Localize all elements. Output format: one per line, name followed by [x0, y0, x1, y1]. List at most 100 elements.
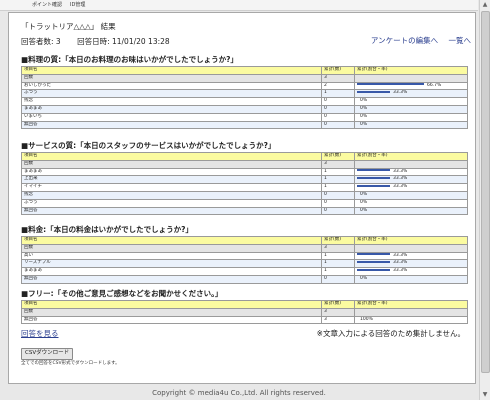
- table-row: まあまあ 0 0%: [21, 104, 468, 114]
- total-count: 3: [321, 307, 355, 317]
- total-count: 3: [321, 243, 355, 253]
- respondent-count: 回答者数: 3: [21, 37, 61, 46]
- option-count: 0: [321, 274, 355, 284]
- total-pct: [354, 73, 468, 83]
- total-pct: [354, 307, 468, 317]
- view-answers-link[interactable]: 回答を見る: [21, 329, 59, 339]
- question-section: ■フリー:「その他ご意見ご感想などをお聞かせください。」 項目名 累計(数) 累計(割…: [21, 289, 468, 325]
- option-label: 無回答: [21, 315, 322, 325]
- column-header: 項目名: [21, 300, 322, 309]
- result-table: 項目名 累計(数) 累計(割合・率) 回数 3 高い 1 33.3% リーズナブル 1 33.3% ま…: [21, 236, 468, 284]
- option-count: 0: [321, 112, 355, 122]
- ratio-value: 0%: [360, 105, 368, 111]
- total-row: 回数 3: [21, 243, 468, 253]
- option-pct: 33.3%: [354, 167, 468, 177]
- column-header: 累計(割合・率): [354, 66, 468, 75]
- ratio-value: 100%: [360, 316, 373, 322]
- table-row: 上出来 1 33.3%: [21, 175, 468, 185]
- copyright-footer: Copyright © media4u Co.,Ltd. All rights …: [152, 389, 326, 397]
- ratio-bar: [357, 260, 390, 263]
- table-header-row: 項目名 累計(数) 累計(割合・率): [21, 236, 468, 245]
- option-label: おいしかった: [21, 81, 322, 91]
- option-count: 1: [321, 175, 355, 185]
- total-label: 回数: [21, 243, 322, 253]
- table-row: 無回答 0 0%: [21, 120, 468, 130]
- option-count: 0: [321, 120, 355, 130]
- total-label: 回数: [21, 73, 322, 83]
- option-label: 高い: [21, 251, 322, 261]
- option-label: 残念: [21, 97, 322, 106]
- option-label: イマイチ: [21, 183, 322, 192]
- menu-id-management[interactable]: ID管理: [70, 1, 85, 9]
- total-row: 回数 3: [21, 307, 468, 317]
- ratio-bar: [357, 253, 390, 256]
- ratio-value: 33.3%: [393, 268, 408, 274]
- table-row: 無回答 0 0%: [21, 206, 468, 216]
- csv-download-button[interactable]: CSVダウンロード: [21, 348, 74, 360]
- option-label: 無回答: [21, 120, 322, 130]
- option-count: 1: [321, 259, 355, 269]
- option-count: 3: [321, 315, 355, 325]
- scroll-up-arrow-icon[interactable]: ▲: [481, 1, 489, 9]
- ratio-bar: [357, 90, 390, 93]
- scroll-thumb[interactable]: [481, 11, 490, 373]
- table-row: イマイチ 1 33.3%: [21, 183, 468, 192]
- option-pct: 0%: [354, 190, 468, 200]
- answer-datetime: 回答日時: 11/01/20 13:28: [77, 37, 170, 46]
- total-label: 回数: [21, 307, 322, 317]
- ratio-bar: [357, 169, 390, 172]
- option-label: 無回答: [21, 274, 322, 284]
- ratio-value: 0%: [360, 121, 368, 127]
- option-count: 1: [321, 267, 355, 276]
- table-row: 高い 1 33.3%: [21, 251, 468, 261]
- option-count: 1: [321, 89, 355, 99]
- menu-point-check[interactable]: ポイント確認: [32, 1, 62, 9]
- table-row: ふつう 0 0%: [21, 198, 468, 208]
- ratio-bar: [357, 268, 390, 271]
- ratio-bar: [357, 184, 390, 187]
- option-pct: 100%: [354, 315, 468, 325]
- option-pct: 66.7%: [354, 81, 468, 91]
- ratio-value: 0%: [360, 207, 368, 213]
- question-section: ■サービスの質:「本日のスタッフのサービスはいかがでしたでしょうか?」 項目名 累計…: [21, 141, 468, 216]
- column-header: 累計(数): [321, 152, 355, 161]
- option-pct: 0%: [354, 198, 468, 208]
- table-row: 残念 0 0%: [21, 97, 468, 106]
- option-count: 0: [321, 190, 355, 200]
- column-header: 累計(割合・率): [354, 300, 468, 309]
- option-label: 無回答: [21, 206, 322, 216]
- question-heading: ■サービスの質:「本日のスタッフのサービスはいかがでしたでしょうか?」: [21, 141, 276, 150]
- column-header: 累計(割合・率): [354, 152, 468, 161]
- column-header: 累計(数): [321, 66, 355, 75]
- ratio-value: 0%: [360, 113, 368, 119]
- column-header: 項目名: [21, 152, 322, 161]
- option-label: まあまあ: [21, 104, 322, 114]
- table-header-row: 項目名 累計(数) 累計(割合・率): [21, 152, 468, 161]
- table-row: リーズナブル 1 33.3%: [21, 259, 468, 269]
- scroll-down-arrow-icon[interactable]: ▼: [481, 391, 489, 399]
- back-to-list-link[interactable]: 一覧へ: [449, 36, 472, 45]
- question-section: ■料理の質:「本日のお料理のお味はいかがでしたでしょうか?」 項目名 累計(数) 累計…: [21, 55, 468, 130]
- option-label: まあまあ: [21, 167, 322, 177]
- total-label: 回数: [21, 159, 322, 169]
- option-count: 0: [321, 198, 355, 208]
- option-pct: 0%: [354, 206, 468, 216]
- ratio-value: 33.3%: [393, 176, 408, 182]
- result-meta: 回答者数: 3 回答日時: 11/01/20 13:28: [21, 37, 184, 47]
- ratio-bar: [357, 83, 424, 86]
- header-links: アンケートの編集へ 一覧へ: [363, 36, 471, 46]
- edit-survey-link[interactable]: アンケートの編集へ: [371, 36, 438, 45]
- column-header: 累計(割合・率): [354, 236, 468, 245]
- option-count: 0: [321, 206, 355, 216]
- option-pct: 33.3%: [354, 89, 468, 99]
- option-label: ふつう: [21, 89, 322, 99]
- vertical-scrollbar[interactable]: ▲ ▼: [479, 0, 490, 400]
- option-pct: 33.3%: [354, 251, 468, 261]
- table-row: おいしかった 2 66.7%: [21, 81, 468, 91]
- result-table: 項目名 累計(数) 累計(割合・率) 回数 3 まあまあ 1 33.3% 上出来 1 33.3% イマ…: [21, 152, 468, 216]
- option-pct: 0%: [354, 274, 468, 284]
- option-count: 1: [321, 251, 355, 261]
- ratio-value: 33.3%: [393, 168, 408, 174]
- option-label: ふつう: [21, 198, 322, 208]
- ratio-bar: [357, 176, 390, 179]
